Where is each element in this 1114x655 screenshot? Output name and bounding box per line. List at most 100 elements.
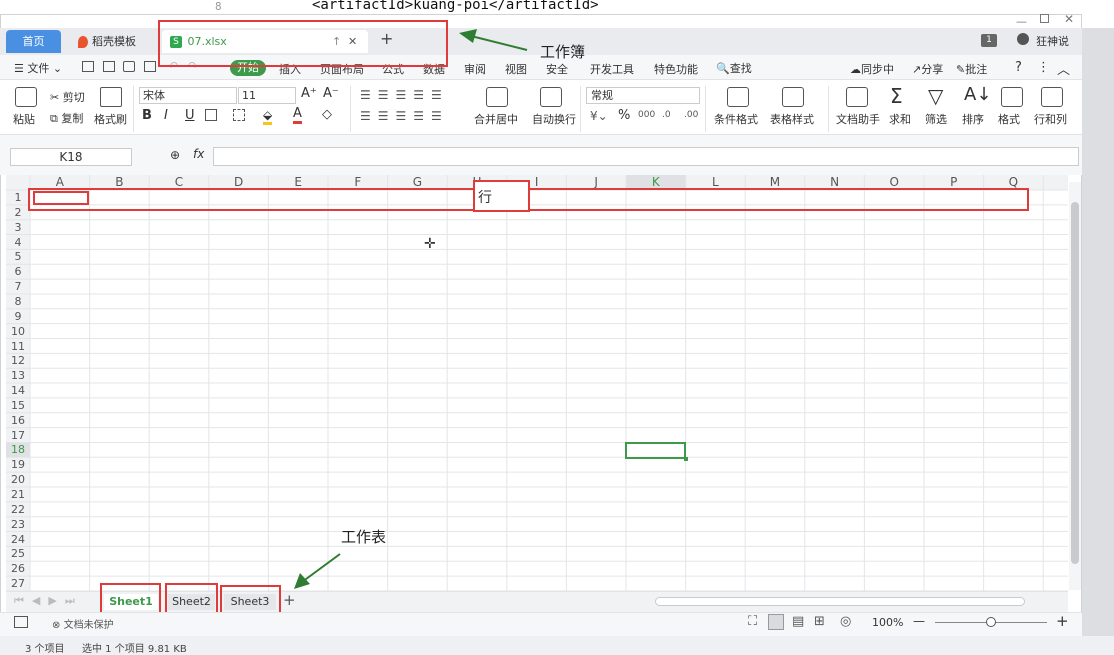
conditional-format-button[interactable]: 条件格式 bbox=[714, 111, 758, 127]
name-box[interactable]: K18 bbox=[10, 148, 132, 166]
decrease-decimal-icon[interactable]: .00 bbox=[684, 110, 698, 120]
zoom-level[interactable]: 100% bbox=[872, 616, 903, 629]
user-name[interactable]: 狂神说 bbox=[1036, 33, 1069, 49]
sort-icon[interactable]: A↓ bbox=[964, 84, 991, 105]
format-painter-icon[interactable] bbox=[100, 87, 122, 107]
row-header-8[interactable]: 8 bbox=[6, 294, 30, 309]
menu-tab-view[interactable]: 视图 bbox=[505, 61, 527, 77]
font-size-select[interactable]: 11 bbox=[238, 87, 296, 104]
row-header-16[interactable]: 16 bbox=[6, 413, 30, 428]
number-format-select[interactable]: 常规 bbox=[586, 87, 700, 104]
increase-decimal-icon[interactable]: .0 bbox=[662, 110, 671, 120]
menu-tab-review[interactable]: 审阅 bbox=[464, 61, 486, 77]
row-header-10[interactable]: 10 bbox=[6, 324, 30, 339]
more-icon[interactable]: ⋮ bbox=[1037, 60, 1050, 75]
decrease-font-icon[interactable]: A⁻ bbox=[323, 86, 339, 101]
comment-button[interactable]: ✎批注 bbox=[956, 61, 987, 77]
row-header-7[interactable]: 7 bbox=[6, 279, 30, 294]
print-icon[interactable] bbox=[123, 61, 135, 72]
cell-style-icon[interactable] bbox=[233, 109, 245, 121]
row-header-17[interactable]: 17 bbox=[6, 428, 30, 443]
paste-icon[interactable] bbox=[15, 87, 37, 107]
row-header-19[interactable]: 19 bbox=[6, 457, 30, 472]
zoom-formula-icon[interactable]: ⊕ bbox=[170, 148, 180, 162]
merge-center-icon[interactable] bbox=[486, 87, 508, 107]
sort-button[interactable]: 排序 bbox=[962, 111, 984, 127]
row-header-14[interactable]: 14 bbox=[6, 383, 30, 398]
page-layout-view-icon[interactable]: ▤ bbox=[792, 614, 804, 629]
row-header-3[interactable]: 3 bbox=[6, 220, 30, 235]
underline-button[interactable]: U bbox=[185, 108, 195, 123]
row-col-button[interactable]: 行和列 bbox=[1034, 111, 1067, 127]
menu-tab-security[interactable]: 安全 bbox=[546, 61, 568, 77]
sync-status[interactable]: ☁同步中 bbox=[850, 61, 894, 77]
format-icon[interactable] bbox=[1001, 87, 1023, 107]
increase-font-icon[interactable]: A⁺ bbox=[301, 86, 317, 101]
row-header-15[interactable]: 15 bbox=[6, 398, 30, 413]
tab-template[interactable]: 稻壳模板 bbox=[70, 30, 155, 53]
row-header-23[interactable]: 23 bbox=[6, 517, 30, 532]
filter-icon[interactable]: ▽ bbox=[928, 84, 943, 108]
thousands-icon[interactable]: 000 bbox=[638, 110, 655, 120]
row-header-26[interactable]: 26 bbox=[6, 561, 30, 576]
normal-view-icon[interactable] bbox=[768, 614, 784, 630]
tab-home[interactable]: 首页 bbox=[6, 30, 61, 53]
currency-icon[interactable]: ¥⌄ bbox=[590, 109, 608, 123]
percent-button[interactable]: % bbox=[618, 108, 630, 123]
row-header-18[interactable]: 18 bbox=[6, 442, 30, 457]
clear-icon[interactable]: ◇ bbox=[322, 107, 332, 122]
fill-color-icon[interactable]: ⬙ bbox=[263, 108, 273, 125]
align-horizontal-icons[interactable]: ☰☰☰☰☰ bbox=[360, 109, 449, 123]
align-top-icons[interactable]: ☰☰☰☰☰ bbox=[360, 88, 449, 102]
minimize-icon[interactable]: — bbox=[1016, 15, 1027, 28]
cut-button[interactable]: ✂ 剪切 bbox=[50, 89, 85, 105]
fx-icon[interactable]: fx bbox=[193, 147, 204, 161]
row-header-27[interactable]: 27 bbox=[6, 576, 30, 591]
row-header-4[interactable]: 4 bbox=[6, 235, 30, 250]
format-painter-button[interactable]: 格式刷 bbox=[94, 111, 127, 127]
eye-protect-icon[interactable]: ◎ bbox=[840, 614, 851, 629]
conditional-format-icon[interactable] bbox=[727, 87, 749, 107]
sheet-nav-icons[interactable]: ⏮◀▶⏭ bbox=[14, 594, 83, 608]
row-header-6[interactable]: 6 bbox=[6, 264, 30, 279]
menu-tab-features[interactable]: 特色功能 bbox=[654, 61, 698, 77]
merge-center-button[interactable]: 合并居中 bbox=[474, 111, 518, 127]
help-icon[interactable]: ? bbox=[1015, 60, 1022, 75]
font-family-select[interactable]: 宋体 bbox=[139, 87, 237, 104]
avatar[interactable] bbox=[1017, 33, 1029, 45]
print-preview-icon[interactable] bbox=[144, 61, 156, 72]
row-header-1[interactable]: 1 bbox=[6, 190, 30, 205]
italic-button[interactable]: I bbox=[164, 108, 168, 123]
fullscreen-icon[interactable]: ⛶ bbox=[748, 614, 757, 629]
zoom-in-button[interactable]: + bbox=[1056, 612, 1069, 630]
row-header-22[interactable]: 22 bbox=[6, 502, 30, 517]
formula-input[interactable] bbox=[213, 147, 1079, 166]
paste-button[interactable]: 粘贴 bbox=[13, 111, 35, 127]
filter-button[interactable]: 筛选 bbox=[925, 111, 947, 127]
row-header-25[interactable]: 25 bbox=[6, 546, 30, 561]
add-sheet-button[interactable]: + bbox=[283, 591, 296, 609]
sum-icon[interactable]: Σ bbox=[890, 84, 903, 108]
sum-button[interactable]: 求和 bbox=[889, 111, 911, 127]
macro-icon[interactable] bbox=[14, 616, 28, 628]
row-col-icon[interactable] bbox=[1041, 87, 1063, 107]
font-color-icon[interactable]: A bbox=[293, 107, 302, 124]
copy-button[interactable]: ⧉ 复制 bbox=[50, 110, 83, 126]
row-header-20[interactable]: 20 bbox=[6, 472, 30, 487]
zoom-slider-thumb[interactable] bbox=[986, 617, 996, 627]
horizontal-scrollbar[interactable] bbox=[655, 597, 1025, 606]
table-style-icon[interactable] bbox=[782, 87, 804, 107]
row-header-2[interactable]: 2 bbox=[6, 205, 30, 220]
vertical-scroll-thumb[interactable] bbox=[1071, 202, 1079, 564]
search-menu[interactable]: 🔍查找 bbox=[716, 60, 752, 76]
doc-helper-button[interactable]: 文档助手 bbox=[836, 111, 880, 127]
export-pdf-icon[interactable] bbox=[103, 61, 115, 72]
wrap-text-icon[interactable] bbox=[540, 87, 562, 107]
menu-tab-dev-tools[interactable]: 开发工具 bbox=[590, 61, 634, 77]
row-header-21[interactable]: 21 bbox=[6, 487, 30, 502]
page-break-view-icon[interactable]: ⊞ bbox=[814, 614, 825, 629]
border-icon[interactable] bbox=[205, 109, 217, 121]
row-header-24[interactable]: 24 bbox=[6, 532, 30, 547]
doc-helper-icon[interactable] bbox=[846, 87, 868, 107]
file-menu[interactable]: ☰ 文件 ⌄ bbox=[14, 60, 62, 76]
